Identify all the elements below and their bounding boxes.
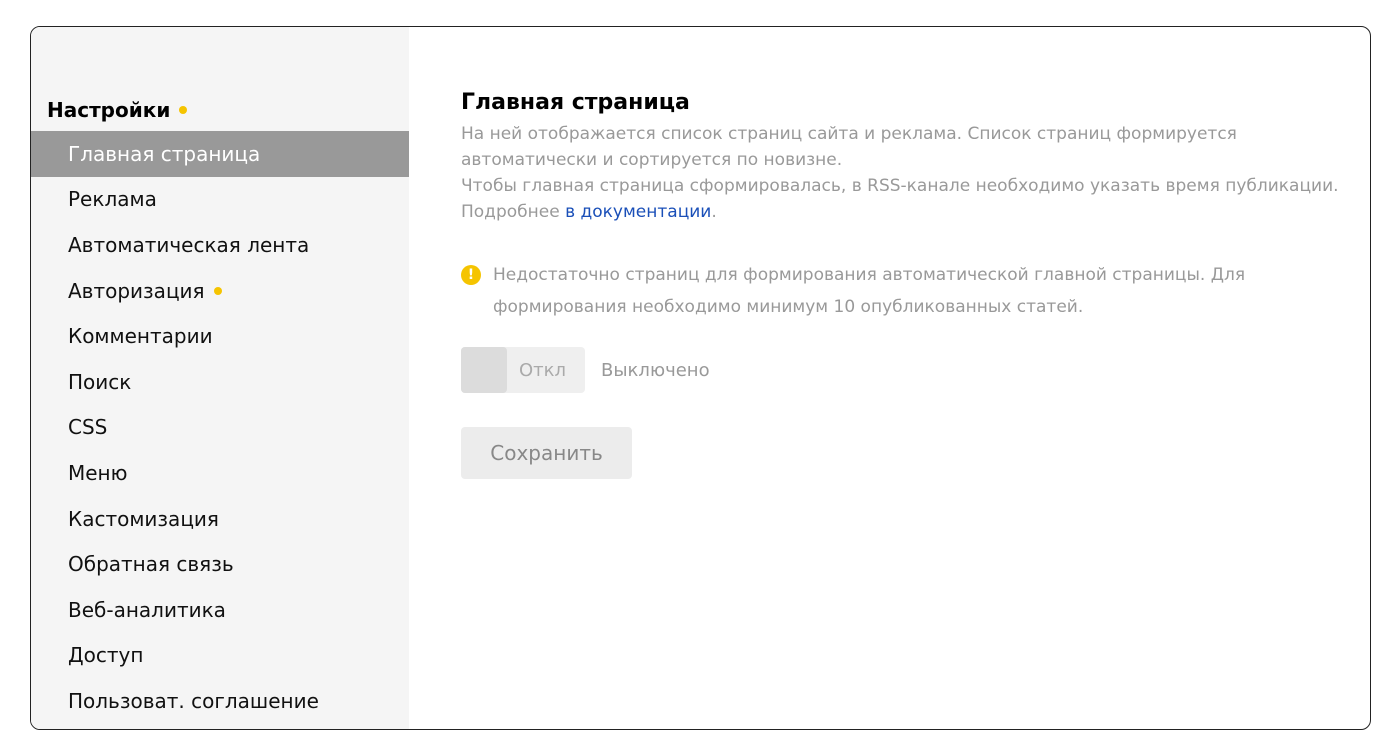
toggle-row: Откл Выключено [461,347,1370,393]
sidebar-item-main-page[interactable]: Главная страница [31,131,409,177]
sidebar-item-label: Кастомизация [68,506,219,531]
sidebar-item-label: Пользоват. соглашение [68,688,319,713]
status-dot-icon [179,106,188,114]
sidebar-item-label: Поиск [68,369,132,394]
sidebar-item-feedback[interactable]: Обратная связь [31,541,409,587]
sidebar-title: Настройки [31,89,409,131]
sidebar-item-ads[interactable]: Реклама [31,177,409,223]
toggle-state-text: Выключено [601,359,710,381]
description-end: . [711,202,717,222]
sidebar-item-label: Автоматическая лента [68,232,310,257]
sidebar-item-label: Веб-аналитика [68,597,226,622]
sidebar-item-customization[interactable]: Кастомизация [31,496,409,542]
main-content: Главная страница На ней отображается спи… [409,27,1370,729]
page-title: Главная страница [461,90,690,115]
warning-message: ! Недостаточно страниц для формирования … [461,259,1370,323]
description-rss: Чтобы главная страница сформировалась, в… [461,173,1341,225]
sidebar-item-label: Обратная связь [68,552,234,577]
warning-text: Недостаточно страниц для формирования ав… [493,265,1246,317]
sidebar-item-label: Доступ [68,643,144,668]
settings-card: Настройки Главная страница Реклама Автом… [30,26,1371,730]
sidebar-item-menu[interactable]: Меню [31,450,409,496]
sidebar-item-web-analytics[interactable]: Веб-аналитика [31,587,409,633]
sidebar-item-authorization[interactable]: Авторизация [31,268,409,314]
toggle-knob [461,347,507,393]
sidebar-item-access[interactable]: Доступ [31,633,409,679]
sidebar-item-auto-feed[interactable]: Автоматическая лента [31,222,409,268]
sidebar-item-label: Меню [68,460,128,485]
status-dot-icon [213,286,222,295]
sidebar-item-label: Главная страница [68,141,261,166]
warning-icon: ! [461,265,481,285]
save-button[interactable]: Сохранить [461,427,632,479]
sidebar-item-css[interactable]: CSS [31,405,409,451]
enable-toggle[interactable]: Откл [461,347,585,393]
sidebar-item-label: Авторизация [68,278,205,303]
sidebar-item-search[interactable]: Поиск [31,359,409,405]
page-description: На ней отображается список страниц сайта… [461,121,1341,225]
sidebar: Настройки Главная страница Реклама Автом… [31,27,409,729]
documentation-link[interactable]: в документации [565,202,711,222]
description-text: На ней отображается список страниц сайта… [461,124,1237,170]
sidebar-item-label: CSS [68,415,108,440]
sidebar-item-label: Комментарии [68,324,213,349]
sidebar-title-text: Настройки [47,98,171,122]
toggle-label: Откл [519,359,567,381]
sidebar-item-user-agreement[interactable]: Пользоват. соглашение [31,678,409,724]
sidebar-item-label: Реклама [68,187,157,212]
sidebar-item-comments[interactable]: Комментарии [31,313,409,359]
